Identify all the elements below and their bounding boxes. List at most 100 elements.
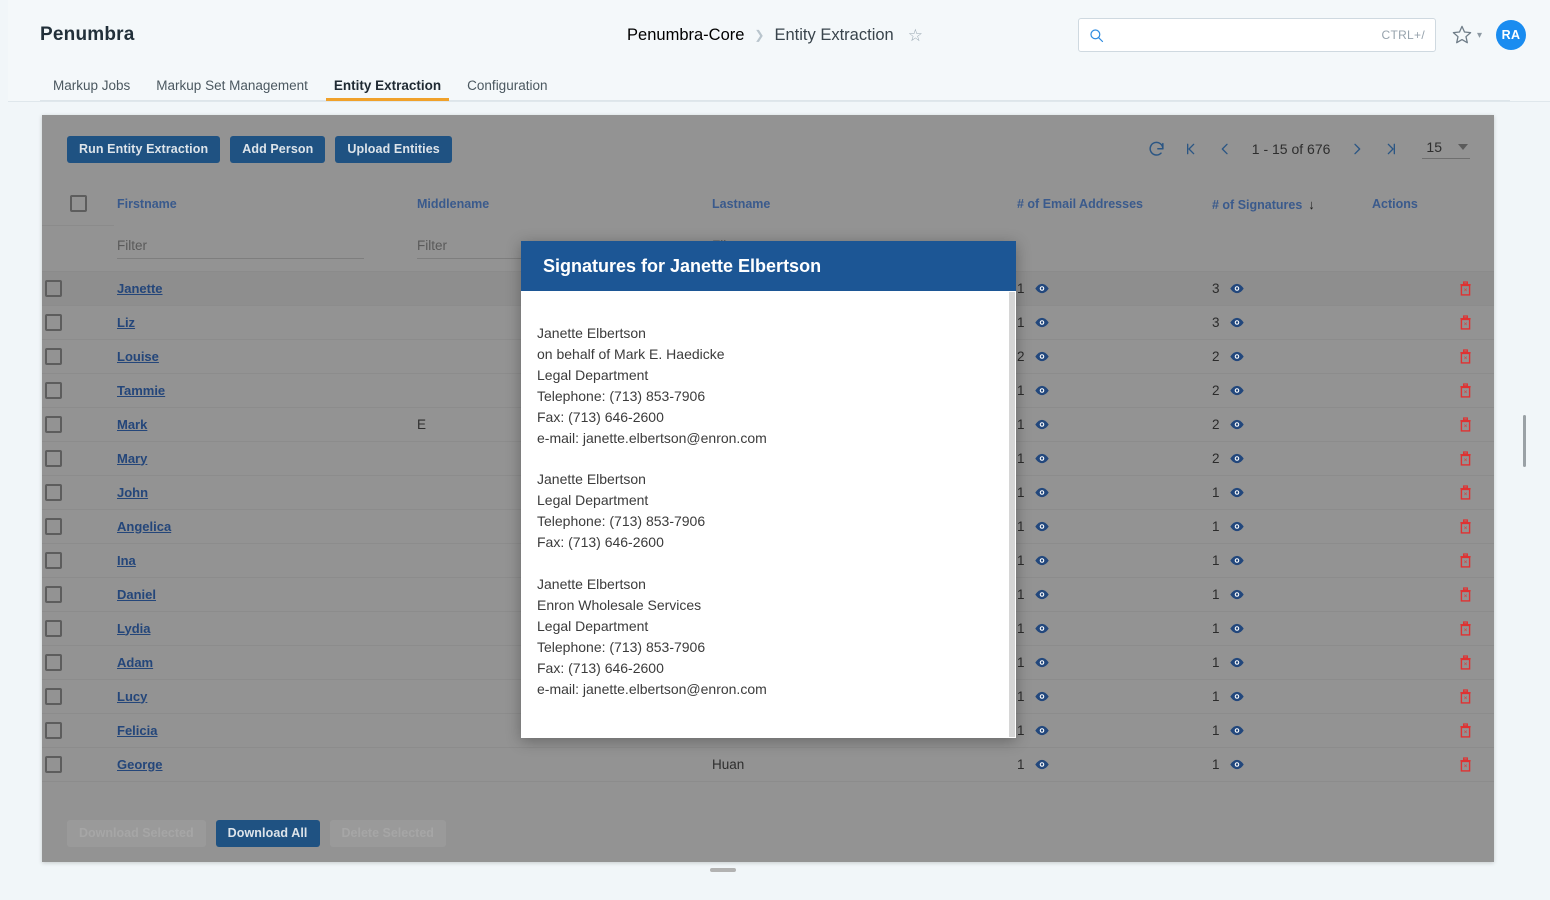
view-signatures-icon[interactable] (1229, 317, 1245, 328)
delete-row-icon[interactable]: × (1459, 417, 1494, 432)
add-person-button[interactable]: Add Person (230, 136, 325, 163)
download-selected-button[interactable]: Download Selected (67, 820, 206, 847)
table-row[interactable]: GeorgeHuan11× (42, 747, 1494, 781)
column-header-firstname[interactable]: Firstname (114, 183, 414, 225)
delete-row-icon[interactable]: × (1459, 383, 1494, 398)
view-emails-icon[interactable] (1034, 351, 1050, 362)
firstname-link[interactable]: Lydia (117, 621, 150, 636)
refresh-icon[interactable] (1142, 134, 1172, 164)
run-entity-extraction-button[interactable]: Run Entity Extraction (67, 136, 220, 163)
view-emails-icon[interactable] (1034, 691, 1050, 702)
view-emails-icon[interactable] (1034, 657, 1050, 668)
delete-row-icon[interactable]: × (1459, 315, 1494, 330)
tab-markup-jobs[interactable]: Markup Jobs (40, 78, 143, 101)
delete-row-icon[interactable]: × (1459, 723, 1494, 738)
delete-row-icon[interactable]: × (1459, 349, 1494, 364)
row-checkbox[interactable] (45, 688, 62, 705)
view-signatures-icon[interactable] (1229, 351, 1245, 362)
dialog-scrollbar[interactable] (1009, 292, 1015, 737)
view-signatures-icon[interactable] (1229, 589, 1245, 600)
tab-markup-set-management[interactable]: Markup Set Management (143, 78, 321, 101)
delete-row-icon[interactable]: × (1459, 519, 1494, 534)
last-page-icon[interactable] (1376, 134, 1406, 164)
firstname-link[interactable]: Louise (117, 349, 159, 364)
firstname-link[interactable]: Adam (117, 655, 153, 670)
row-checkbox[interactable] (45, 620, 62, 637)
view-emails-icon[interactable] (1034, 385, 1050, 396)
select-all-checkbox[interactable] (70, 195, 87, 212)
prev-page-icon[interactable] (1210, 134, 1240, 164)
firstname-link[interactable]: George (117, 757, 163, 772)
view-emails-icon[interactable] (1034, 555, 1050, 566)
firstname-link[interactable]: Lucy (117, 689, 147, 704)
firstname-link[interactable]: Liz (117, 315, 135, 330)
view-emails-icon[interactable] (1034, 453, 1050, 464)
column-header-signature-count[interactable]: # of Signatures↓ (1209, 183, 1369, 225)
column-header-middlename[interactable]: Middlename (414, 183, 709, 225)
view-signatures-icon[interactable] (1229, 487, 1245, 498)
row-checkbox[interactable] (45, 756, 62, 773)
favorites-menu[interactable]: ▾ (1450, 23, 1482, 47)
search-input[interactable] (1104, 28, 1382, 43)
view-signatures-icon[interactable] (1229, 385, 1245, 396)
column-header-email-count[interactable]: # of Email Addresses (1014, 183, 1209, 225)
view-emails-icon[interactable] (1034, 487, 1050, 498)
global-search[interactable]: CTRL+/ (1078, 18, 1436, 52)
delete-row-icon[interactable]: × (1459, 621, 1494, 636)
avatar[interactable]: RA (1496, 20, 1526, 50)
breadcrumb-root[interactable]: Penumbra-Core (627, 26, 744, 45)
firstname-link[interactable]: Mary (117, 451, 147, 466)
firstname-link[interactable]: Ina (117, 553, 136, 568)
view-emails-icon[interactable] (1034, 589, 1050, 600)
view-signatures-icon[interactable] (1229, 725, 1245, 736)
tab-entity-extraction[interactable]: Entity Extraction (321, 78, 454, 101)
firstname-link[interactable]: Angelica (117, 519, 171, 534)
view-emails-icon[interactable] (1034, 317, 1050, 328)
firstname-link[interactable]: John (117, 485, 148, 500)
resize-handle[interactable] (710, 868, 736, 872)
view-signatures-icon[interactable] (1229, 759, 1245, 770)
next-page-icon[interactable] (1342, 134, 1372, 164)
filter-input-firstname[interactable] (117, 236, 364, 259)
row-checkbox[interactable] (45, 348, 62, 365)
first-page-icon[interactable] (1176, 134, 1206, 164)
delete-row-icon[interactable]: × (1459, 451, 1494, 466)
row-checkbox[interactable] (45, 484, 62, 501)
view-signatures-icon[interactable] (1229, 419, 1245, 430)
row-checkbox[interactable] (45, 518, 62, 535)
tab-configuration[interactable]: Configuration (454, 78, 560, 101)
firstname-link[interactable]: Felicia (117, 723, 157, 738)
row-checkbox[interactable] (45, 654, 62, 671)
view-signatures-icon[interactable] (1229, 521, 1245, 532)
delete-row-icon[interactable]: × (1459, 485, 1494, 500)
page-scrollbar-thumb[interactable] (1523, 415, 1526, 467)
view-signatures-icon[interactable] (1229, 691, 1245, 702)
upload-entities-button[interactable]: Upload Entities (335, 136, 451, 163)
firstname-link[interactable]: Mark (117, 417, 147, 432)
row-checkbox[interactable] (45, 722, 62, 739)
row-checkbox[interactable] (45, 280, 62, 297)
delete-row-icon[interactable]: × (1459, 655, 1494, 670)
download-all-button[interactable]: Download All (216, 820, 320, 847)
delete-row-icon[interactable]: × (1459, 281, 1494, 296)
view-signatures-icon[interactable] (1229, 283, 1245, 294)
delete-row-icon[interactable]: × (1459, 553, 1494, 568)
view-emails-icon[interactable] (1034, 623, 1050, 634)
row-checkbox[interactable] (45, 382, 62, 399)
delete-row-icon[interactable]: × (1459, 587, 1494, 602)
delete-row-icon[interactable]: × (1459, 757, 1494, 772)
firstname-link[interactable]: Tammie (117, 383, 165, 398)
row-checkbox[interactable] (45, 314, 62, 331)
delete-row-icon[interactable]: × (1459, 689, 1494, 704)
column-header-lastname[interactable]: Lastname (709, 183, 1014, 225)
view-signatures-icon[interactable] (1229, 623, 1245, 634)
delete-selected-button[interactable]: Delete Selected (330, 820, 446, 847)
view-emails-icon[interactable] (1034, 419, 1050, 430)
view-emails-icon[interactable] (1034, 759, 1050, 770)
row-checkbox[interactable] (45, 586, 62, 603)
view-signatures-icon[interactable] (1229, 453, 1245, 464)
view-emails-icon[interactable] (1034, 725, 1050, 736)
favorite-star-icon[interactable]: ☆ (908, 27, 923, 44)
view-emails-icon[interactable] (1034, 283, 1050, 294)
view-signatures-icon[interactable] (1229, 555, 1245, 566)
